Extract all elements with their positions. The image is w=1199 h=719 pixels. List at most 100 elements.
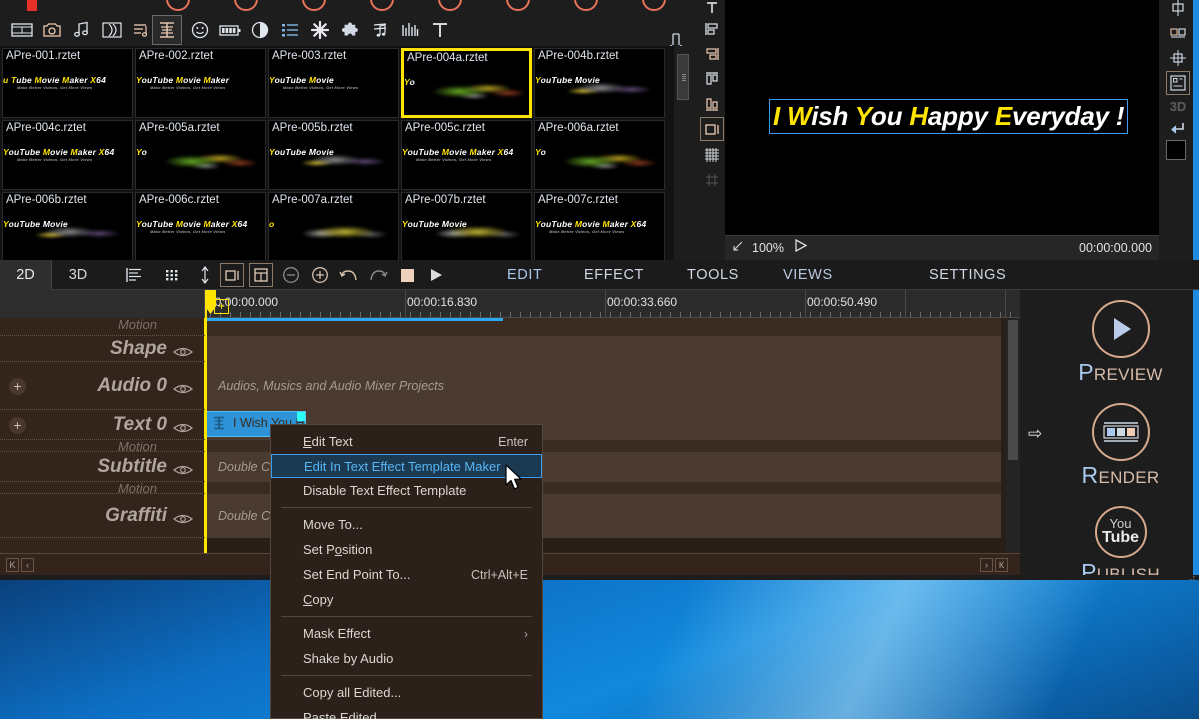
- play-icon[interactable]: [424, 263, 448, 287]
- template-thumbnail[interactable]: APre-007a.rztet o: [268, 192, 399, 260]
- timeline-scrollbar-thumb[interactable]: [1008, 320, 1018, 460]
- preview-canvas[interactable]: I Wish You Happy Everyday !: [725, 0, 1159, 235]
- context-menu-item[interactable]: Paste Edited...: [271, 705, 542, 719]
- context-menu-item[interactable]: Copy all Edited...: [271, 680, 542, 705]
- play-icon[interactable]: [793, 238, 808, 258]
- template-thumbnail[interactable]: APre-003.rztet YouTube Movie Make Better …: [268, 48, 399, 118]
- redo-icon[interactable]: [366, 263, 390, 287]
- step-back-button[interactable]: ‹: [21, 558, 34, 572]
- transition-icon[interactable]: [97, 15, 127, 45]
- track-visibility-icon[interactable]: [173, 382, 193, 396]
- menu-effect[interactable]: EFFECT: [584, 260, 644, 290]
- menu-edit[interactable]: EDIT: [507, 260, 542, 290]
- circle-icon-7[interactable]: [574, 0, 598, 11]
- clip-context-menu[interactable]: Edit Text Enter Edit In Text Effect Templa…: [270, 424, 543, 719]
- template-thumbnail[interactable]: APre-005a.rztet Yo: [135, 120, 266, 190]
- puzzle-icon[interactable]: [335, 15, 365, 45]
- menu-settings[interactable]: SETTINGS: [929, 260, 1006, 290]
- fit-width-icon[interactable]: [220, 263, 244, 287]
- align-grid-center-icon[interactable]: [1166, 46, 1190, 70]
- context-menu-item[interactable]: Disable Text Effect Template: [271, 478, 542, 503]
- template-thumbnail[interactable]: APre-006a.rztet Yo: [534, 120, 665, 190]
- list-icon[interactable]: [275, 15, 305, 45]
- flip-arrow-icon[interactable]: [1166, 117, 1190, 141]
- preview-button[interactable]: P REVIEW: [1042, 300, 1199, 386]
- browser-scrollbar-thumb[interactable]: [677, 54, 689, 100]
- track-visibility-icon[interactable]: [173, 345, 193, 359]
- context-menu-item[interactable]: Set Position: [271, 537, 542, 562]
- track-visibility-icon[interactable]: [173, 421, 193, 435]
- playhead-line[interactable]: [205, 290, 207, 553]
- grid-sparse-icon[interactable]: [700, 168, 724, 192]
- track-row[interactable]: Graffiti: [0, 494, 205, 538]
- timeline-vertical-scrollbar[interactable]: [1006, 318, 1020, 553]
- track-row[interactable]: Shape: [0, 336, 205, 362]
- go-to-end-button[interactable]: К: [995, 558, 1008, 572]
- align-top-icon[interactable]: [700, 67, 724, 91]
- browser-scrollbar[interactable]: [674, 46, 692, 260]
- fit-to-window-icon[interactable]: [731, 240, 744, 256]
- add-track-button[interactable]: +: [9, 416, 26, 434]
- template-thumbnail[interactable]: APre-002.rztet YouTube Movie Maker Make B…: [135, 48, 266, 118]
- template-thumbnail[interactable]: APre-007b.rztetYouTube Movie: [401, 192, 532, 260]
- window-resize-grip[interactable]: [1188, 570, 1196, 581]
- contrast-circle-icon[interactable]: [245, 15, 275, 45]
- context-menu-item[interactable]: Shake by Audio: [271, 646, 542, 671]
- publish-button[interactable]: You Tube PUBLISH: [1042, 506, 1199, 586]
- track-row[interactable]: Text 0 +: [0, 410, 205, 440]
- circle-icon-6[interactable]: [506, 0, 530, 11]
- timeline-ruler[interactable]: 00:00:00.000 00:00:16.830 00:00:33.660 0…: [0, 290, 1020, 318]
- undo-icon[interactable]: [337, 263, 361, 287]
- track-visibility-icon[interactable]: [173, 463, 193, 477]
- circle-icon-3[interactable]: [302, 0, 326, 11]
- context-menu-item[interactable]: Edit In Text Effect Template Maker: [271, 454, 542, 478]
- track-background[interactable]: [206, 336, 1001, 362]
- track-list-icon[interactable]: [122, 263, 146, 287]
- context-menu-item[interactable]: Mask Effect ›: [271, 621, 542, 646]
- render-button[interactable]: R ENDER: [1042, 403, 1199, 489]
- template-thumbnail[interactable]: APre-006b.rztetYouTube Movie: [2, 192, 133, 260]
- context-menu-item[interactable]: Edit Text Enter: [271, 429, 542, 454]
- add-track-button[interactable]: +: [9, 377, 26, 395]
- template-thumbnail[interactable]: APre-004a.rztet Yo: [401, 48, 532, 118]
- fit-window-icon[interactable]: [249, 263, 273, 287]
- filmstrip-icon[interactable]: [7, 15, 37, 45]
- menu-tools[interactable]: TOOLS: [687, 260, 739, 290]
- context-menu-item[interactable]: Move To...: [271, 512, 542, 537]
- 3d-label[interactable]: 3D: [1166, 94, 1190, 118]
- circle-icon-1[interactable]: [166, 0, 190, 11]
- tab-2d[interactable]: 2D: [0, 260, 52, 290]
- align-left-icon[interactable]: [700, 17, 724, 41]
- align-right-icon[interactable]: [700, 42, 724, 66]
- circle-icon-4[interactable]: [370, 0, 394, 11]
- template-thumbnail[interactable]: APre-005b.rztetYouTube Movie: [268, 120, 399, 190]
- grid-dots-icon[interactable]: [161, 263, 185, 287]
- menu-views[interactable]: VIEWS: [783, 260, 833, 290]
- clip-trim-handle[interactable]: [297, 412, 305, 421]
- text-effect-icon[interactable]: [152, 15, 182, 45]
- move-right-arrow-icon[interactable]: ⇨: [1028, 424, 1042, 444]
- asterisk-icon[interactable]: [305, 15, 335, 45]
- template-thumbnail[interactable]: APre-001.rztet u Tube Movie Maker X64 Mak…: [2, 48, 133, 118]
- vertical-resize-icon[interactable]: [193, 263, 217, 287]
- zoom-in-icon[interactable]: [308, 263, 332, 287]
- color-swatch-black[interactable]: [1166, 140, 1186, 160]
- stop-icon[interactable]: [395, 263, 419, 287]
- align-distribute-icon[interactable]: [1166, 21, 1190, 45]
- track-row[interactable]: Subtitle: [0, 452, 205, 482]
- smiley-icon[interactable]: [185, 15, 215, 45]
- music-note-icon[interactable]: [67, 15, 97, 45]
- template-thumbnail[interactable]: APre-007c.rztet YouTube Movie Maker X64 M…: [534, 192, 665, 260]
- circle-icon-8[interactable]: [642, 0, 666, 11]
- circle-icon-2[interactable]: [234, 0, 258, 11]
- tab-3d[interactable]: 3D: [52, 260, 104, 290]
- text-tool-icon[interactable]: [425, 15, 455, 45]
- battery-icon[interactable]: [215, 15, 245, 45]
- grid-dense-icon[interactable]: [700, 143, 724, 167]
- template-thumbnail[interactable]: APre-004b.rztetYouTube Movie: [534, 48, 665, 118]
- track-visibility-icon[interactable]: [173, 512, 193, 526]
- align-center-horizontal-icon[interactable]: [1166, 0, 1190, 20]
- template-thumbnail[interactable]: APre-004c.rztet YouTube Movie Maker X64 M…: [2, 120, 133, 190]
- track-row[interactable]: Motion: [0, 481, 205, 496]
- playhead-add-icon[interactable]: +: [214, 299, 229, 314]
